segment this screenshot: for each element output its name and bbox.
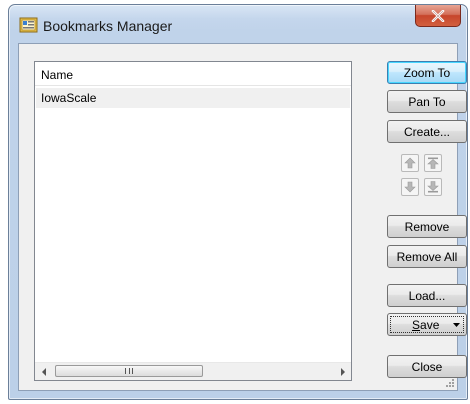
arrow-bottom-icon [427,181,439,193]
window-close-button[interactable] [415,5,461,27]
arrow-up-icon [404,157,416,169]
chevron-right-icon [340,367,345,376]
chevron-left-icon [41,367,46,376]
move-down-button[interactable] [401,178,419,196]
window-title: Bookmarks Manager [43,18,173,34]
column-header-label: Name [41,68,74,82]
close-button[interactable]: Close [387,355,467,378]
bookmarks-icon [19,16,39,34]
column-header-name[interactable]: Name [35,62,351,86]
remove-all-button[interactable]: Remove All [387,245,467,268]
resize-grip-icon[interactable] [445,378,455,388]
load-button[interactable]: Load... [387,284,467,307]
move-top-button[interactable] [424,154,442,172]
scroll-thumb[interactable] [55,365,203,377]
title-bar[interactable]: Bookmarks Manager [9,5,467,43]
scroll-grip-icon [125,368,133,374]
save-button-label: Save [412,317,440,332]
arrow-down-icon [404,181,416,193]
bookmarks-list[interactable]: Name IowaScale [34,61,352,381]
scroll-right-button[interactable] [334,363,351,380]
chevron-down-icon [453,323,460,327]
save-button[interactable]: Save [387,313,467,336]
scroll-left-button[interactable] [35,363,52,380]
horizontal-scrollbar[interactable] [35,362,351,380]
list-item[interactable]: IowaScale [36,88,350,108]
bookmarks-manager-window: Bookmarks Manager Name IowaScale Zoom To… [8,4,468,400]
pan-to-button[interactable]: Pan To [387,90,467,113]
create-button[interactable]: Create... [387,120,467,143]
dialog-client-area: Name IowaScale Zoom To Pan To Create... [18,43,467,391]
zoom-to-button[interactable]: Zoom To [387,61,467,84]
close-icon [431,9,445,22]
move-bottom-button[interactable] [424,178,442,196]
remove-button[interactable]: Remove [387,215,467,238]
arrow-top-icon [427,157,439,169]
list-item-label: IowaScale [41,91,97,105]
move-up-button[interactable] [401,154,419,172]
